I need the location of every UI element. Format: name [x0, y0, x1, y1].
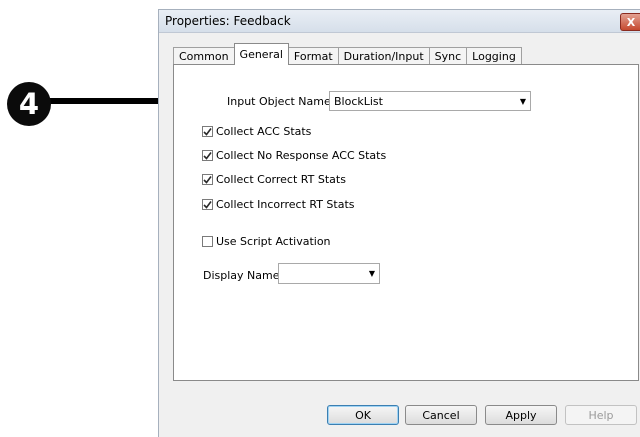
tab-logging[interactable]: Logging	[466, 47, 522, 65]
checkbox-label: Use Script Activation	[216, 235, 331, 248]
checkbox-label: Collect Incorrect RT Stats	[216, 198, 355, 211]
checkmark-icon	[203, 152, 212, 160]
chevron-down-icon: ▼	[368, 269, 376, 278]
checkbox[interactable]	[202, 199, 213, 210]
check-collect-no-response-acc[interactable]: Collect No Response ACC Stats	[202, 149, 386, 162]
cancel-button[interactable]: Cancel	[405, 405, 477, 425]
check-collect-correct-rt[interactable]: Collect Correct RT Stats	[202, 173, 346, 186]
checkbox-label: Collect Correct RT Stats	[216, 173, 346, 186]
tab-format[interactable]: Format	[287, 47, 339, 65]
input-object-value: BlockList	[334, 94, 383, 108]
checkbox[interactable]	[202, 126, 213, 137]
checkbox[interactable]	[202, 150, 213, 161]
close-button[interactable]: X	[620, 13, 640, 31]
checkbox-label: Collect ACC Stats	[216, 125, 312, 138]
properties-dialog: Properties: Feedback X Common General Fo…	[158, 9, 640, 437]
step-number-badge: 4	[7, 82, 51, 126]
checkmark-icon	[203, 128, 212, 136]
checkmark-icon	[203, 176, 212, 184]
general-tab-panel: Input Object Name: BlockList ▼ Collect A…	[173, 64, 639, 381]
apply-button[interactable]: Apply	[485, 405, 557, 425]
title-bar: Properties: Feedback	[159, 10, 640, 33]
check-collect-acc[interactable]: Collect ACC Stats	[202, 125, 311, 138]
display-name-label: Display Name:	[203, 269, 284, 282]
tab-general[interactable]: General	[233, 43, 289, 65]
tab-sync[interactable]: Sync	[428, 47, 468, 65]
chevron-down-icon: ▼	[519, 96, 527, 106]
close-icon: X	[626, 15, 636, 29]
check-collect-incorrect-rt[interactable]: Collect Incorrect RT Stats	[202, 198, 355, 211]
tab-strip: Common General Format Duration/Input Syn…	[173, 43, 522, 65]
checkbox-label: Collect No Response ACC Stats	[216, 149, 387, 162]
window-title: Properties: Feedback	[165, 14, 291, 28]
display-name-dropdown[interactable]: ▼	[278, 263, 380, 284]
input-object-label: Input Object Name:	[227, 95, 335, 108]
input-object-dropdown[interactable]: BlockList ▼	[329, 91, 531, 111]
checkmark-icon	[203, 201, 212, 209]
checkbox[interactable]	[202, 174, 213, 185]
help-button[interactable]: Help	[565, 405, 637, 425]
step-number: 4	[18, 87, 40, 121]
checkbox[interactable]	[202, 236, 213, 247]
ok-button[interactable]: OK	[327, 405, 399, 425]
tab-common[interactable]: Common	[173, 47, 235, 65]
tab-duration-input[interactable]: Duration/Input	[337, 47, 430, 65]
check-use-script-activation[interactable]: Use Script Activation	[202, 235, 331, 248]
